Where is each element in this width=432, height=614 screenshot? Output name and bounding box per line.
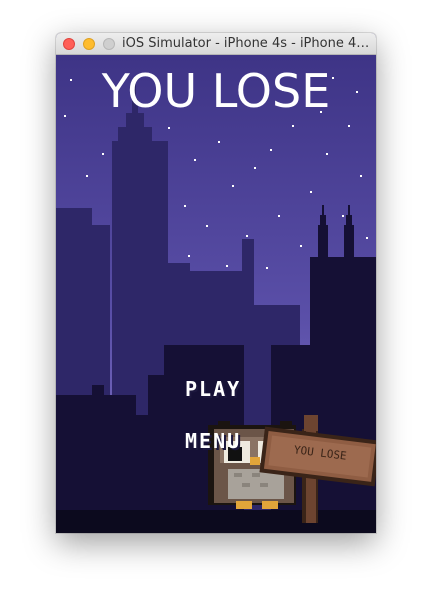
title-bar[interactable]: iOS Simulator - iPhone 4s - iPhone 4s... xyxy=(56,33,376,55)
game-screen[interactable]: YOU LOSE YOU LOSE PLAY MENU xyxy=(56,55,376,533)
window-title: iOS Simulator - iPhone 4s - iPhone 4s... xyxy=(122,36,372,51)
simulator-window: iOS Simulator - iPhone 4s - iPhone 4s... xyxy=(56,33,376,533)
ground xyxy=(56,510,376,533)
game-over-heading: YOU LOSE xyxy=(101,64,331,118)
minimize-button[interactable] xyxy=(83,38,95,50)
play-button[interactable]: PLAY xyxy=(185,377,241,401)
menu-button[interactable]: MENU xyxy=(185,429,241,453)
city-night-scene: YOU LOSE xyxy=(56,55,376,533)
close-button[interactable] xyxy=(63,38,75,50)
zoom-button[interactable] xyxy=(103,38,115,50)
